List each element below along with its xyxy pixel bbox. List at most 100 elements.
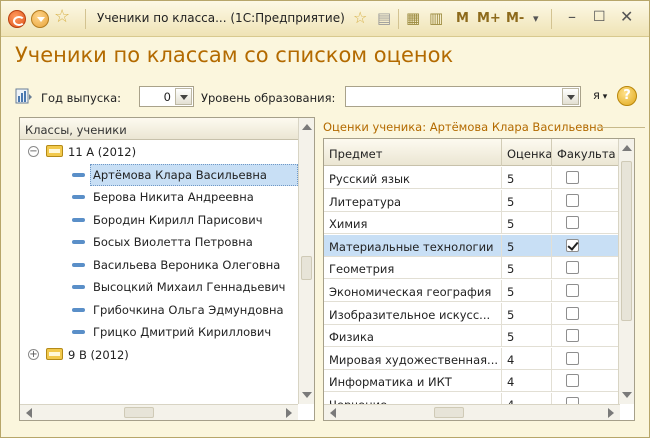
- subject-cell: Русский язык: [324, 167, 502, 189]
- elective-checkbox[interactable]: [566, 261, 579, 275]
- elective-cell: [552, 325, 620, 348]
- tree-student-item[interactable]: Васильева Вероника Олеговна: [20, 254, 298, 276]
- app-window: ☆ Ученики по класса... (1С:Предприятие) …: [0, 0, 650, 438]
- print-icon[interactable]: ▤: [377, 9, 391, 27]
- scrollbar-thumb[interactable]: [434, 407, 464, 418]
- subject-cell: Экономическая география: [324, 280, 502, 302]
- minimize-icon[interactable]: –: [568, 7, 576, 26]
- chevron-down-icon[interactable]: ▾: [533, 12, 539, 25]
- grade-cell: 5: [502, 212, 552, 235]
- tree-student-label: Бородин Кирилл Парисович: [93, 212, 263, 227]
- maximize-icon[interactable]: ☐: [593, 9, 606, 25]
- close-icon[interactable]: ✕: [620, 7, 633, 26]
- scroll-up-icon[interactable]: [622, 145, 632, 151]
- memory-plus-button[interactable]: M+: [477, 11, 501, 26]
- grades-group-title: Оценки ученика: Артёмова Клара Васильевн…: [323, 120, 604, 134]
- tree-column-header[interactable]: Классы, ученики: [20, 118, 298, 140]
- tree-horizontal-scrollbar[interactable]: [20, 404, 298, 420]
- tree-student-item[interactable]: Грибочкина Ольга Эдмундовна: [20, 299, 298, 321]
- column-header-grade[interactable]: Оценка: [502, 139, 552, 166]
- tree-group-node[interactable]: +9 В (2012): [20, 344, 298, 366]
- expand-icon[interactable]: +: [28, 348, 39, 360]
- elective-cell: [552, 212, 620, 235]
- elective-cell: [552, 234, 620, 257]
- report-icon[interactable]: [15, 88, 33, 105]
- tree-student-item[interactable]: Высоцкий Михаил Геннадьевич: [20, 276, 298, 298]
- table-header: Предмет Оценка Факульта: [324, 139, 620, 166]
- table-row[interactable]: Мировая художественная... 4: [324, 347, 620, 370]
- chevron-down-icon[interactable]: [562, 88, 579, 105]
- elective-cell: [552, 189, 620, 212]
- elective-checkbox[interactable]: [566, 351, 579, 365]
- tree-student-item[interactable]: Артёмова Клара Васильевна: [20, 163, 298, 186]
- elective-checkbox[interactable]: [566, 306, 579, 320]
- table-row[interactable]: Геометрия 5: [324, 257, 620, 280]
- table-row[interactable]: Экономическая география 5: [324, 280, 620, 302]
- scrollbar-thumb[interactable]: [621, 161, 632, 321]
- table-row[interactable]: Химия 5: [324, 212, 620, 235]
- tree-group-node[interactable]: − 11 А (2012): [20, 141, 298, 163]
- tree-student-item[interactable]: Бородин Кирилл Парисович: [20, 209, 298, 231]
- favorite-star-icon[interactable]: ☆: [54, 6, 70, 27]
- add-to-favorites-icon[interactable]: ☆: [353, 8, 367, 27]
- collapse-icon[interactable]: −: [28, 146, 39, 157]
- app-logo-icon[interactable]: [8, 10, 26, 28]
- title-bar: ☆ Ученики по класса... (1С:Предприятие) …: [1, 1, 649, 37]
- grade-cell: 4: [502, 347, 552, 370]
- grades-table[interactable]: Предмет Оценка Факульта Русский язык 5 Лит…: [323, 138, 635, 421]
- scroll-right-icon[interactable]: [286, 408, 292, 418]
- table-row[interactable]: Материальные технологии 5: [324, 234, 620, 257]
- scrollbar-thumb[interactable]: [301, 256, 312, 280]
- memory-minus-button[interactable]: M-: [506, 11, 524, 26]
- tree-vertical-scrollbar[interactable]: [298, 118, 314, 404]
- table-row[interactable]: Изобразительное искусс... 5: [324, 302, 620, 325]
- table-row[interactable]: Литература 5: [324, 189, 620, 212]
- calculator-icon[interactable]: ▦: [406, 9, 420, 27]
- elective-checkbox[interactable]: [566, 284, 579, 297]
- elective-checkbox[interactable]: [566, 193, 579, 207]
- elective-checkbox[interactable]: [566, 238, 579, 252]
- student-icon: [72, 262, 85, 267]
- scroll-left-icon[interactable]: [26, 408, 32, 418]
- tree-student-item[interactable]: Босых Виолетта Петровна: [20, 231, 298, 253]
- table-row[interactable]: Физика 5: [324, 325, 620, 348]
- column-header-subject[interactable]: Предмет: [324, 139, 502, 166]
- elective-cell: [552, 370, 620, 393]
- scroll-down-icon[interactable]: [302, 392, 312, 398]
- table-row[interactable]: Информатика и ИКТ 4: [324, 370, 620, 393]
- scroll-up-icon[interactable]: [302, 124, 312, 130]
- grades-horizontal-scrollbar[interactable]: [324, 404, 620, 420]
- level-field[interactable]: [345, 86, 581, 107]
- memory-m-button[interactable]: M: [456, 11, 469, 26]
- elective-cell: [552, 167, 620, 189]
- elective-checkbox[interactable]: [566, 216, 579, 230]
- tree-group-label: 11 А (2012): [68, 145, 137, 159]
- tree-student-label: Грибочкина Ольга Эдмундовна: [93, 302, 284, 317]
- folder-icon: [46, 145, 63, 157]
- language-button[interactable]: я ▾: [593, 88, 607, 102]
- grades-vertical-scrollbar[interactable]: [618, 139, 634, 404]
- subject-cell: Изобразительное искусс...: [324, 302, 502, 325]
- scroll-right-icon[interactable]: [608, 408, 614, 418]
- scrollbar-thumb[interactable]: [124, 407, 154, 418]
- tree-student-item[interactable]: Грицко Дмитрий Кириллович: [20, 321, 298, 343]
- tree-student-item[interactable]: Берова Никита Андреевна: [20, 186, 298, 208]
- scroll-left-icon[interactable]: [330, 408, 336, 418]
- elective-checkbox[interactable]: [566, 329, 579, 343]
- student-icon: [72, 240, 85, 244]
- divider: [398, 9, 399, 29]
- column-header-elective[interactable]: Факульта: [552, 139, 620, 166]
- classes-tree[interactable]: Классы, ученики − 11 А (2012) Артёмова Кла…: [19, 117, 315, 421]
- year-field[interactable]: 0: [139, 86, 194, 107]
- calendar-icon[interactable]: ▥: [429, 9, 443, 27]
- elective-checkbox[interactable]: [566, 171, 579, 184]
- scroll-down-icon[interactable]: [622, 392, 632, 398]
- navigation-menu-icon[interactable]: [31, 10, 49, 28]
- help-icon[interactable]: ?: [617, 86, 637, 106]
- subject-cell: Материальные технологии: [324, 234, 502, 257]
- table-row[interactable]: Русский язык 5: [324, 167, 620, 189]
- chevron-down-icon[interactable]: [175, 88, 192, 105]
- elective-checkbox[interactable]: [566, 374, 579, 388]
- subject-cell: Литература: [324, 189, 502, 212]
- grade-cell: 4: [502, 370, 552, 393]
